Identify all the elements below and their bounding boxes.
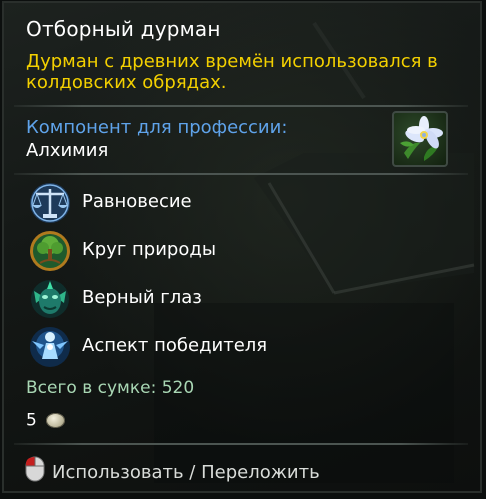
- stack-count-value: 5: [26, 410, 37, 431]
- item-description: Дурман с древних времён использовался в …: [26, 51, 438, 93]
- action-label: Использовать / Переложить: [52, 462, 320, 483]
- silver-coin-icon: [45, 413, 65, 428]
- stack-count: 5: [26, 410, 65, 432]
- boon-row: Аспект победителя: [26, 325, 446, 369]
- tree-circle-icon: [26, 229, 74, 273]
- datura-flower-icon: [392, 111, 448, 167]
- boon-label: Верный глаз: [82, 287, 202, 308]
- profession-label: Компонент для профессии:: [26, 117, 288, 138]
- boon-label: Аспект победителя: [82, 335, 268, 356]
- divider-top: [14, 105, 468, 107]
- item-title: Отборный дурман: [26, 17, 221, 41]
- boon-label: Равновесие: [82, 191, 192, 212]
- inventory-total: Всего в сумке: 520: [26, 378, 195, 398]
- divider-middle: [14, 173, 468, 175]
- mouse-icon: [24, 455, 46, 488]
- eye-creature-icon: [26, 277, 74, 321]
- profession-value: Алхимия: [26, 140, 109, 161]
- boon-row: Равновесие: [26, 181, 446, 225]
- glowing-figure-icon: [26, 325, 74, 369]
- boon-row: Круг природы: [26, 229, 446, 273]
- item-tooltip: Отборный дурман Дурман с древних времён …: [2, 1, 482, 493]
- boon-row: Верный глаз: [26, 277, 446, 321]
- divider-bottom: [14, 443, 468, 445]
- boon-label: Круг природы: [82, 239, 217, 260]
- use-transfer-action[interactable]: Использовать / Переложить: [24, 455, 320, 488]
- scales-icon: [26, 181, 74, 225]
